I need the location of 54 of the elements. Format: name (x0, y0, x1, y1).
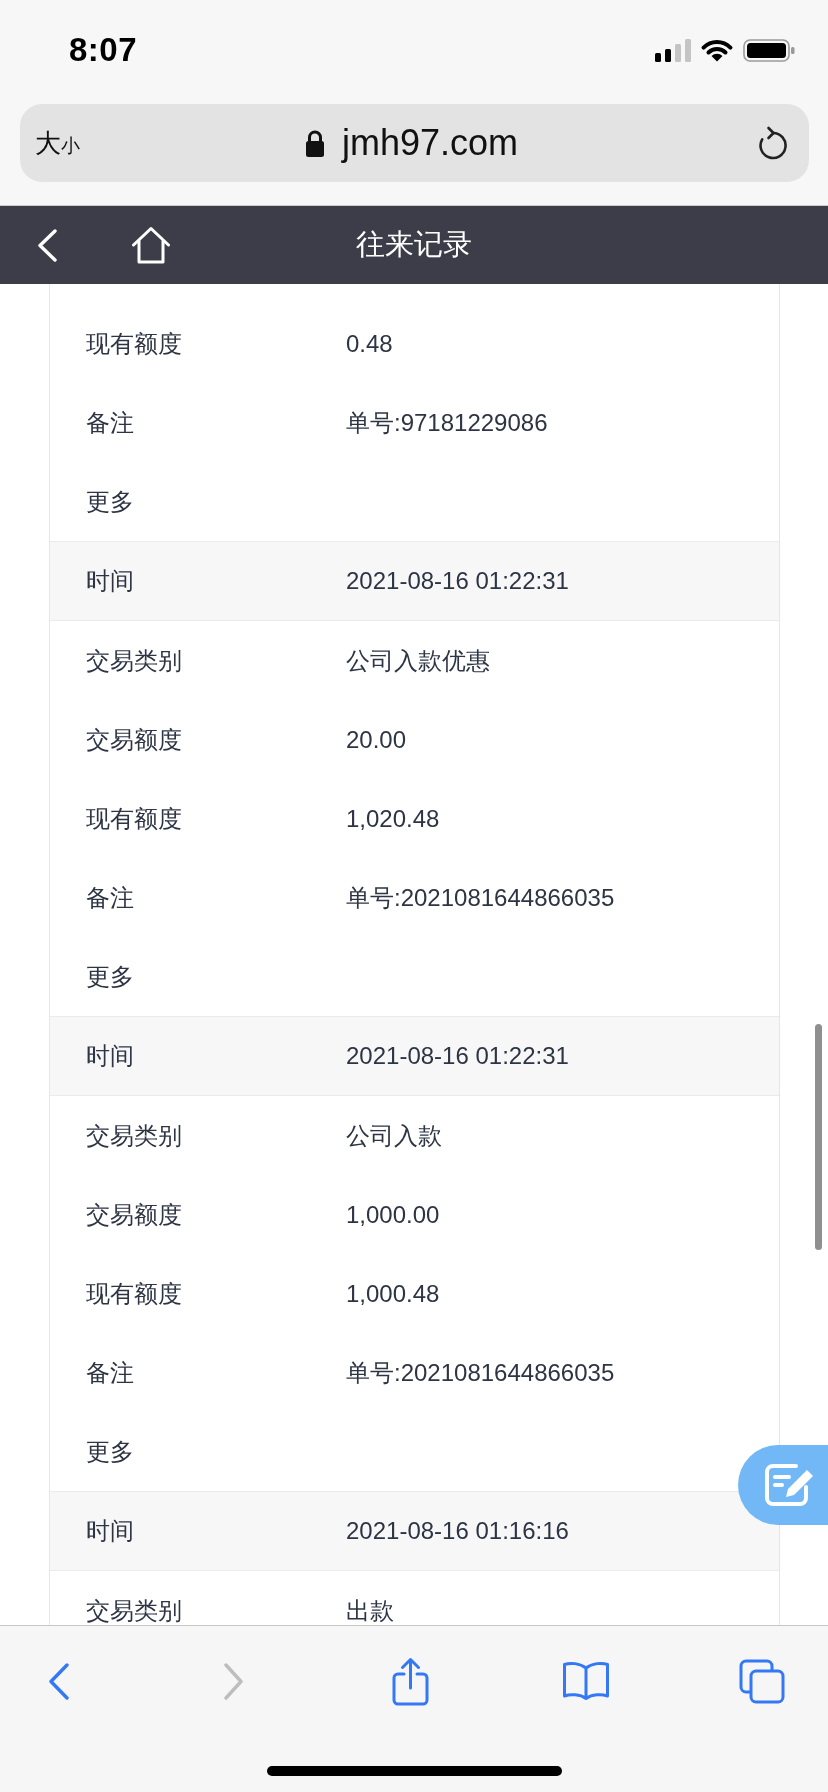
more-link[interactable]: 更多 (86, 960, 134, 993)
field-value: 1,000.00 (346, 1200, 440, 1229)
tabs-button[interactable] (739, 1658, 785, 1704)
header-value: 2021-08-16 01:22:31 (346, 1042, 569, 1070)
field-value: 20.00 (346, 725, 407, 754)
bookmarks-button[interactable] (562, 1661, 610, 1701)
reload-icon (758, 126, 788, 160)
battery-icon (743, 38, 795, 62)
share-icon (391, 1656, 429, 1706)
home-icon (131, 226, 171, 264)
reload-button[interactable] (758, 126, 788, 160)
field-label: 交易类别 (86, 1120, 182, 1151)
field-value: 单号:2021081644866035 (346, 882, 615, 913)
field-label: 现有额度 (86, 1278, 182, 1309)
field-value: 单号:97181229086 (346, 407, 548, 438)
page-title: 往来记录 (356, 227, 472, 262)
signal-icon (655, 38, 691, 62)
more-link[interactable]: 更多 (86, 1435, 134, 1468)
wifi-icon (701, 38, 733, 62)
field-label: 现有额度 (86, 328, 182, 359)
header-value: 2021-08-16 01:16:16 (346, 1517, 569, 1545)
field-label: 交易类别 (86, 1595, 182, 1625)
chevron-left-icon (47, 1662, 69, 1700)
field-label: 交易额度 (86, 1199, 182, 1230)
header-label: 时间 (86, 1041, 134, 1071)
field-value: 公司入款 (346, 1120, 442, 1151)
field-label: 现有额度 (86, 803, 182, 834)
header-label: 时间 (86, 566, 134, 596)
lock-icon (304, 129, 325, 157)
field-value: 单号:2021081644866035 (346, 1357, 615, 1388)
field-label: 备注 (86, 1357, 134, 1388)
header-label: 时间 (86, 1516, 134, 1546)
field-value: 公司入款优惠 (346, 645, 490, 676)
field-label: 备注 (86, 882, 134, 913)
more-link[interactable]: 更多 (86, 485, 134, 518)
status-time: 8:07 (69, 31, 138, 69)
chevron-left-icon (37, 228, 57, 262)
tabs-icon (739, 1658, 785, 1704)
header-value: 2021-08-16 01:22:31 (346, 567, 569, 595)
field-value: 1,000.48 (346, 1279, 440, 1308)
chevron-right-icon (224, 1662, 244, 1700)
field-value: 1,020.48 (346, 804, 440, 833)
home-button[interactable] (131, 226, 171, 264)
field-value: 0.48 (346, 329, 393, 358)
field-label: 备注 (86, 407, 134, 438)
share-button[interactable] (391, 1656, 429, 1706)
field-label: 交易类别 (86, 645, 182, 676)
edit-button[interactable] (738, 1445, 828, 1525)
address-field[interactable]: 大小 jmh97.com (20, 104, 809, 182)
url-text: jmh97.com (341, 122, 519, 164)
book-icon (562, 1661, 610, 1701)
field-value: 出款 (346, 1595, 394, 1625)
field-label: 交易额度 (86, 724, 182, 755)
text-size-button[interactable]: 大小 (35, 125, 80, 161)
